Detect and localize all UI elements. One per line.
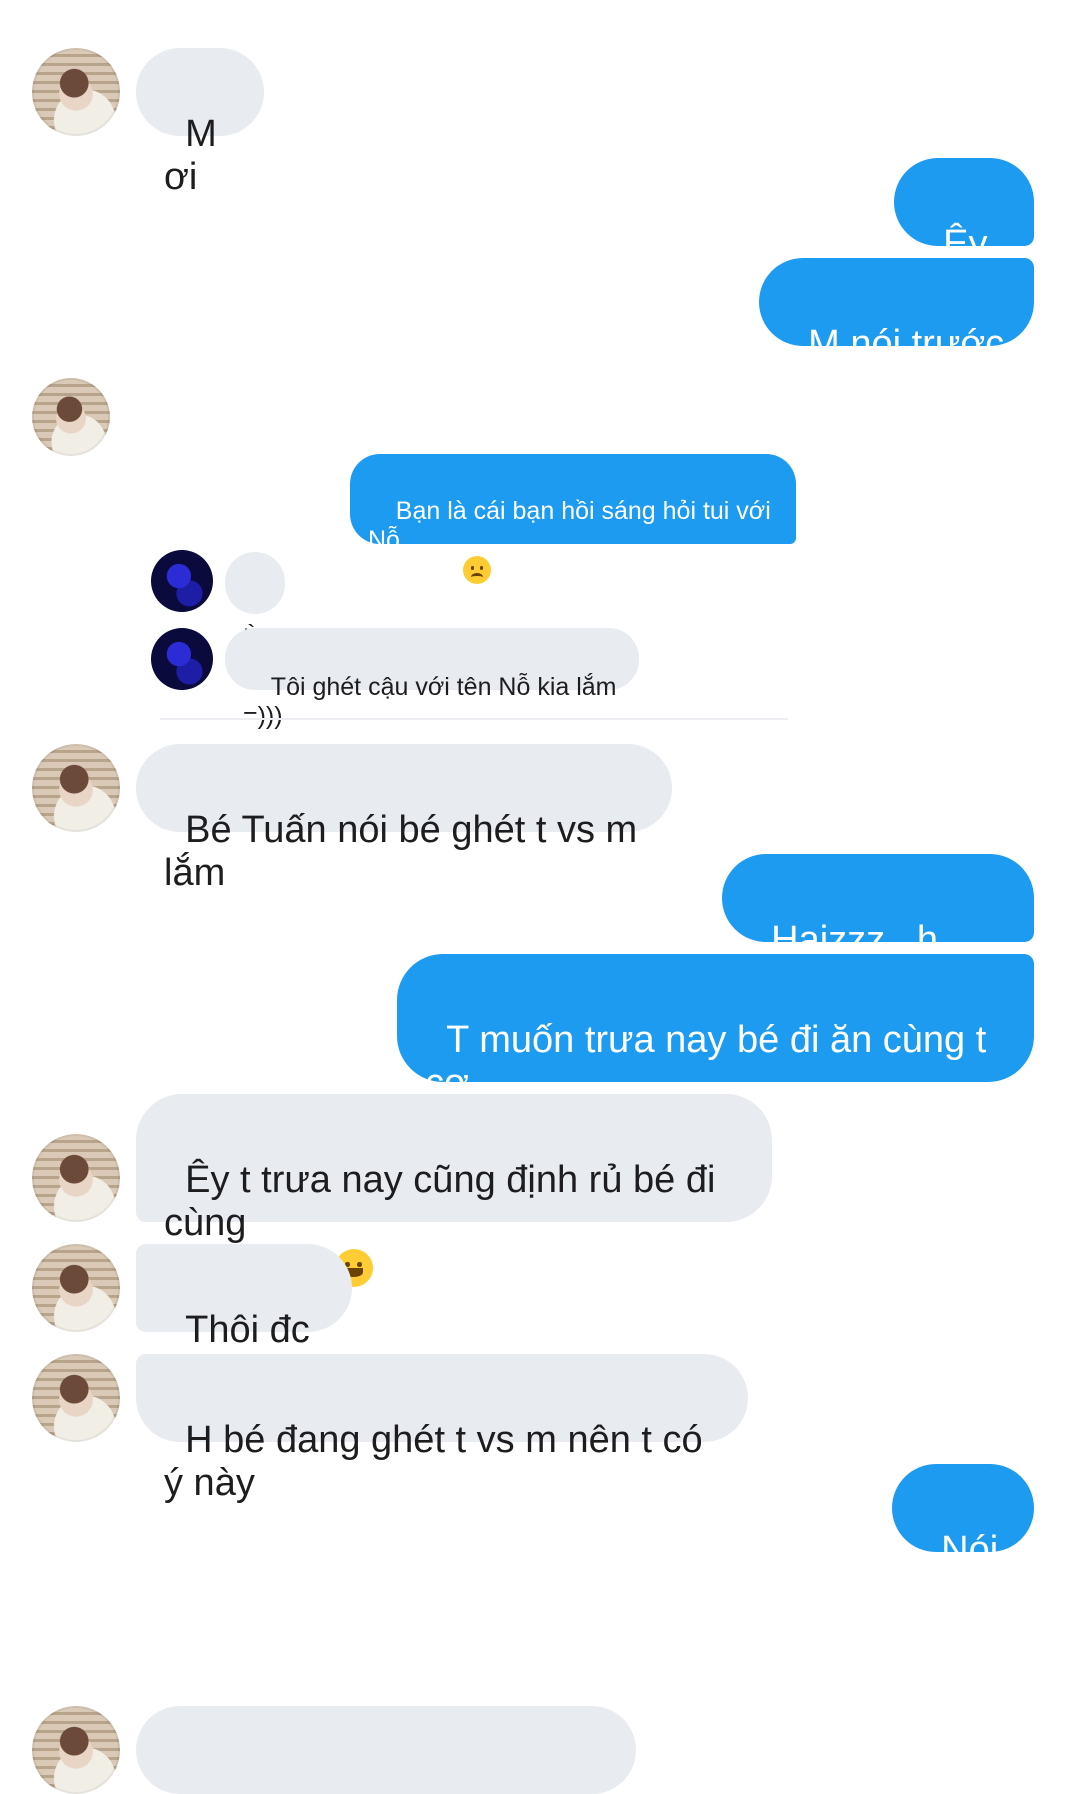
message-text: M ơi <box>164 113 228 198</box>
contact-avatar[interactable] <box>32 1134 120 1222</box>
sent-message-bubble[interactable]: Êy cu <box>894 158 1034 308</box>
received-message-bubble[interactable]: M ơi <box>136 48 264 198</box>
message-text: Nói đi <box>920 1529 1009 1614</box>
screenshot-divider <box>160 718 788 720</box>
contact-avatar[interactable] <box>32 1706 120 1794</box>
embedded-contact-avatar <box>151 550 213 612</box>
disappointed-face-icon <box>462 556 491 585</box>
sent-message-bubble[interactable]: Nói đi <box>892 1464 1034 1614</box>
received-message-bubble[interactable] <box>136 1706 636 1794</box>
sent-message-bubble[interactable]: T muốn trưa nay bé đi ăn cùng t cơ <box>397 954 1034 1147</box>
received-message-bubble[interactable]: H bé đang ghét t vs m nên t có ý này <box>136 1354 748 1504</box>
sent-message-bubble[interactable]: Haizzz , h sao m <box>722 854 1034 1004</box>
message-text: Bé Tuấn nói bé ghét t vs m lắm <box>164 809 648 894</box>
received-message-bubble[interactable]: Êy t trưa nay cũng định rủ bé đi cùng nh… <box>136 1094 772 1287</box>
embedded-reply-bubble: Ừ <box>225 552 285 652</box>
contact-avatar[interactable] <box>32 1354 120 1442</box>
contact-avatar[interactable] <box>32 744 120 832</box>
received-message-bubble[interactable]: Bé Tuấn nói bé ghét t vs m lắm <box>136 744 672 894</box>
embedded-reply-text: Tôi ghét cậu với tên Nỗ kia lắm =))) <box>243 673 624 730</box>
sent-message-bubble[interactable]: M nói trước đi <box>759 258 1034 408</box>
embedded-sent-bubble: Bạn là cái bạn hồi sáng hỏi tui với Nỗ đ… <box>350 454 796 585</box>
embedded-sent-text: Bạn là cái bạn hồi sáng hỏi tui với Nỗ đ… <box>368 497 771 583</box>
received-message-bubble[interactable]: Thôi đc rồi <box>136 1244 352 1394</box>
shared-screenshot[interactable]: Bạn là cái bạn hồi sáng hỏi tui với Nỗ đ… <box>150 450 800 730</box>
embedded-reply-bubble: Tôi ghét cậu với tên Nỗ kia lắm =))) <box>225 628 639 730</box>
message-text: T muốn trưa nay bé đi ăn cùng t cơ <box>425 1019 997 1104</box>
contact-avatar[interactable] <box>32 1244 120 1332</box>
message-text: H bé đang ghét t vs m nên t có ý này <box>164 1419 714 1504</box>
embedded-contact-avatar <box>151 628 213 690</box>
contact-avatar[interactable] <box>32 378 110 456</box>
contact-avatar[interactable] <box>32 48 120 136</box>
message-text: M nói trước đi <box>787 323 1015 408</box>
